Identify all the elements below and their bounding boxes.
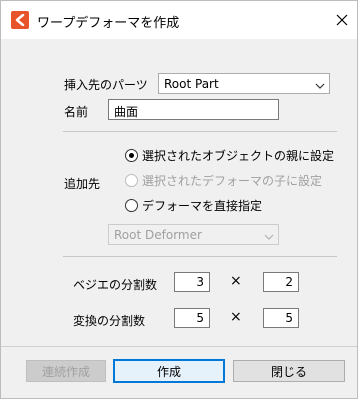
chevron-down-icon <box>264 230 274 244</box>
title-bar: ワープデフォーマを作成 <box>1 1 357 39</box>
transform-x-value: 5 <box>196 311 204 325</box>
times-symbol: × <box>230 309 242 325</box>
continuous-create-button[interactable]: 連続作成 <box>26 360 106 382</box>
insert-target-select[interactable]: Root Part <box>158 73 330 94</box>
create-button[interactable]: 作成 <box>113 359 225 383</box>
transform-divisions-x-input[interactable]: 5 <box>174 308 210 328</box>
insert-target-label: 挿入先のパーツ <box>64 78 148 92</box>
divider <box>63 256 337 257</box>
radio-label: 選択されたデフォーマの子に設定 <box>142 174 323 188</box>
app-logo-icon <box>11 11 29 29</box>
add-to-label: 追加先 <box>64 177 101 191</box>
radio-child-of-deformer[interactable]: 選択されたデフォーマの子に設定 <box>125 172 322 189</box>
name-value: 曲面 <box>114 105 139 119</box>
window-title: ワープデフォーマを作成 <box>37 16 180 31</box>
radio-specify-deformer[interactable]: デフォーマを直接指定 <box>125 197 262 214</box>
name-label: 名前 <box>64 105 89 119</box>
name-input[interactable]: 曲面 <box>108 99 279 120</box>
chevron-down-icon <box>315 79 325 93</box>
divider <box>63 131 337 132</box>
bezier-divisions-label: ベジエの分割数 <box>73 278 158 292</box>
transform-divisions-y-input[interactable]: 5 <box>263 308 299 328</box>
radio-label: 選択されたオブジェクトの親に設定 <box>142 149 335 163</box>
insert-target-value: Root Part <box>164 77 219 91</box>
radio-label: デフォーマを直接指定 <box>142 199 263 213</box>
footer-divider <box>1 346 357 347</box>
create-warp-deformer-dialog: ワープデフォーマを作成 挿入先のパーツ Root Part 名前 曲面 追加先 … <box>0 0 358 399</box>
close-icon[interactable] <box>331 9 353 31</box>
bezier-x-value: 3 <box>196 275 204 289</box>
radio-indicator <box>125 174 138 187</box>
radio-indicator <box>125 149 138 162</box>
bezier-divisions-x-input[interactable]: 3 <box>174 272 210 292</box>
bezier-y-value: 2 <box>285 275 293 289</box>
bezier-divisions-y-input[interactable]: 2 <box>263 272 299 292</box>
transform-y-value: 5 <box>285 311 293 325</box>
close-button[interactable]: 閉じる <box>233 360 345 382</box>
transform-divisions-label: 変換の分割数 <box>73 314 146 328</box>
radio-indicator <box>125 199 138 212</box>
times-symbol: × <box>230 273 242 289</box>
radio-parent-of-selected[interactable]: 選択されたオブジェクトの親に設定 <box>125 147 334 164</box>
deformer-select[interactable]: Root Deformer <box>108 224 279 245</box>
deformer-select-value: Root Deformer <box>114 228 202 242</box>
